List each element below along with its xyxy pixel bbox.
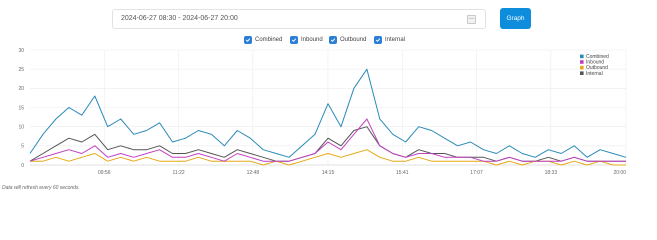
filter-label-inbound: Inbound <box>301 37 323 43</box>
legend-swatch-inbound <box>580 60 584 64</box>
x-tick-label: 18:33 <box>545 170 558 176</box>
y-tick-label: 20 <box>18 86 24 92</box>
checkbox-inbound[interactable] <box>290 36 298 44</box>
series-filters: Combined Inbound Outbound Internal <box>0 35 657 45</box>
x-tick-label: 14:15 <box>322 170 335 176</box>
legend-swatch-internal <box>580 71 584 75</box>
x-tick-label: 17:07 <box>470 170 483 176</box>
legend-label-internal: Internal <box>586 71 603 77</box>
calendar-icon[interactable] <box>467 15 476 24</box>
filter-label-outbound: Outbound <box>340 37 367 43</box>
filter-internal[interactable]: Internal <box>374 35 405 45</box>
checkbox-internal[interactable] <box>374 36 382 44</box>
x-tick-label: 20:00 <box>613 170 626 176</box>
y-tick-label: 30 <box>18 48 24 54</box>
legend-swatch-outbound <box>580 65 584 70</box>
checkbox-outbound[interactable] <box>329 36 337 44</box>
filter-combined[interactable]: Combined <box>244 35 282 45</box>
x-tick-label: 09:56 <box>98 170 111 176</box>
checkbox-combined[interactable] <box>244 36 252 44</box>
traffic-line-chart: 0 5 10 15 20 25 30 09:56 11:22 12:48 14:15 15:41 17:… <box>18 48 627 176</box>
refresh-footnote: Data will refresh every 60 seconds. <box>2 185 80 191</box>
y-tick-label: 25 <box>18 67 24 73</box>
filter-inbound[interactable]: Inbound <box>290 35 323 45</box>
filter-outbound[interactable]: Outbound <box>329 35 366 45</box>
y-tick-label: 10 <box>18 124 24 130</box>
y-tick-label: 5 <box>21 144 24 150</box>
y-tick-label: 0 <box>21 163 24 169</box>
y-tick-label: 15 <box>18 105 24 111</box>
date-range-input[interactable]: 2024-06-27 08:30 - 2024-06-27 20:00 <box>112 9 486 29</box>
x-tick-label: 12:48 <box>247 170 260 176</box>
filter-label-internal: Internal <box>385 37 406 43</box>
graph-button[interactable]: Graph <box>500 8 531 29</box>
x-tick-label: 15:41 <box>396 170 409 176</box>
legend-swatch-combined <box>580 54 584 59</box>
filter-label-combined: Combined <box>255 37 283 43</box>
x-tick-label: 11:22 <box>172 170 184 176</box>
